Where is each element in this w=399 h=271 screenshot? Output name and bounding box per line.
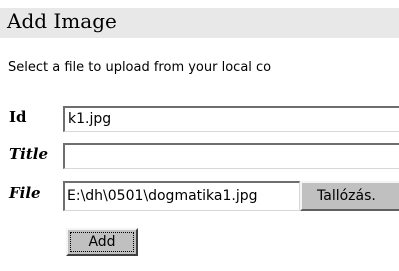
- page-title: Add Image: [7, 9, 117, 33]
- title-field[interactable]: [63, 143, 399, 169]
- file-label: File: [9, 184, 41, 202]
- browse-button[interactable]: Tallózás.: [300, 181, 399, 211]
- id-label: Id: [9, 108, 27, 126]
- title-label: Title: [9, 145, 49, 163]
- add-button[interactable]: Add: [66, 228, 138, 256]
- file-path-field[interactable]: E:\dh\0501\dogmatika1.jpg: [63, 181, 300, 211]
- instruction-text: Select a file to upload from your local …: [8, 60, 272, 75]
- id-field[interactable]: k1.jpg: [63, 106, 399, 132]
- add-image-dialog: Add Image Select a file to upload from y…: [0, 0, 399, 271]
